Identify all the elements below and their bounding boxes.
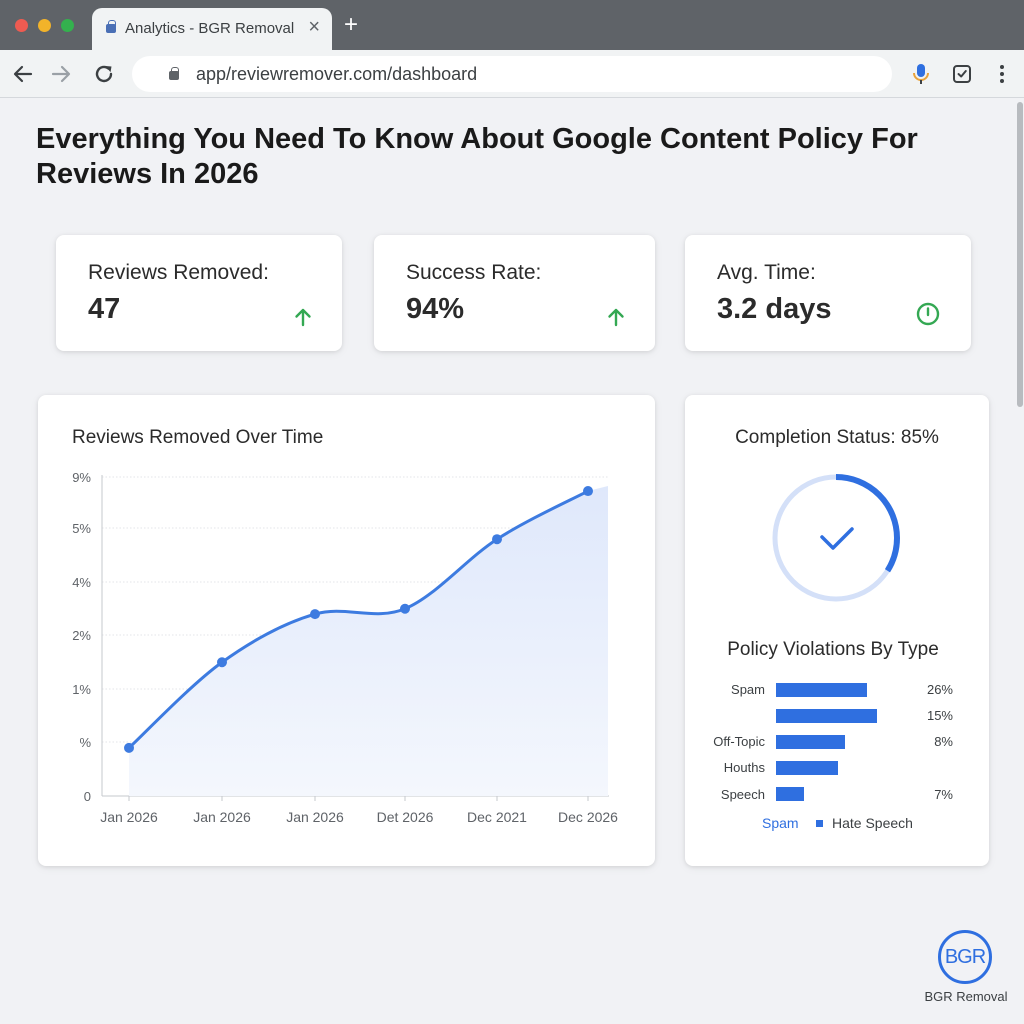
browser-toolbar: app/reviewremover.com/dashboard (0, 50, 1024, 98)
y-tick-label: 1% (72, 682, 91, 697)
window-close-button[interactable] (15, 19, 28, 32)
new-tab-button[interactable]: + (344, 13, 358, 37)
menu-dots-icon[interactable] (990, 62, 1014, 86)
violation-label: Speech (720, 787, 765, 802)
legend-swatch (816, 820, 823, 827)
data-point[interactable] (492, 534, 502, 545)
area-fill (129, 486, 608, 796)
data-point[interactable] (124, 742, 134, 753)
data-point[interactable] (217, 657, 227, 668)
legend-spam: Spam (762, 815, 799, 831)
x-tick-label: Dec 2026 (558, 809, 618, 825)
kpi-card-avg-time: Avg. Time: 3.2 days (685, 235, 971, 351)
scrollbar-thumb[interactable] (1017, 102, 1023, 407)
y-tick-label: 0 (84, 789, 91, 804)
violation-pct: 7% (934, 787, 953, 802)
address-bar[interactable]: app/reviewremover.com/dashboard (132, 56, 892, 92)
browser-tab-strip: Analytics - BGR Removal × + (0, 0, 1024, 50)
reload-icon[interactable] (92, 62, 116, 86)
x-tick-label: Jan 2026 (193, 809, 251, 825)
y-tick-label: 9% (72, 470, 91, 485)
arrow-up-icon (295, 308, 311, 327)
brand-name: BGR Removal (924, 989, 1008, 1004)
violation-label: Spam (731, 682, 765, 697)
violation-pct: 26% (926, 682, 953, 697)
page-scrollbar[interactable] (1016, 98, 1024, 1024)
violation-label: Houths (723, 760, 765, 775)
window-minimize-button[interactable] (38, 19, 51, 32)
arrow-up-icon (608, 308, 624, 327)
back-icon[interactable] (11, 62, 35, 86)
url-text: app/reviewremover.com/dashboard (196, 64, 478, 84)
violation-pct: 15% (926, 708, 953, 723)
completion-title: Completion Status: 85% (735, 427, 939, 448)
lock-icon (106, 20, 116, 33)
reviews-over-time-card: Reviews Removed Over Time 9% 5% 4% 2% 1%% 0 Ja… (38, 395, 655, 866)
kpi-value: 47 (88, 293, 121, 325)
brand-logo: BGR BGR Removal (922, 928, 1010, 1008)
data-point[interactable] (310, 609, 320, 620)
extension-icon[interactable] (950, 62, 974, 86)
legend-hate-speech: Hate Speech (832, 815, 913, 831)
x-tick-label: Jan 2026 (100, 809, 158, 825)
line-chart: 9% 5% 4% 2% 1%% 0 Jan 2026 Jan 2026 Jan 2026 Det … (72, 470, 618, 825)
x-tick-label: Det 2026 (377, 809, 434, 825)
violation-bar (776, 683, 867, 697)
violation-bar (776, 709, 877, 723)
data-point[interactable] (400, 603, 410, 614)
lock-icon (169, 67, 179, 80)
violation-bar (776, 761, 838, 775)
kpi-card-reviews-removed: Reviews Removed: 47 (56, 235, 342, 351)
forward-icon[interactable] (49, 62, 73, 86)
completion-violations-card: Completion Status: 85% Policy Violations… (685, 395, 989, 866)
violation-pct: 8% (934, 734, 953, 749)
y-tick-label: 5% (72, 521, 91, 536)
violation-bar (776, 787, 804, 801)
violation-bar (776, 735, 845, 749)
kpi-label: Reviews Removed: (88, 261, 269, 284)
x-tick-label: Jan 2026 (286, 809, 344, 825)
browser-tab[interactable]: Analytics - BGR Removal × (92, 8, 332, 50)
kpi-label: Avg. Time: (717, 261, 816, 284)
kpi-card-success-rate: Success Rate: 94% (374, 235, 655, 351)
y-tick-label: 4% (72, 575, 91, 590)
tab-close-icon[interactable]: × (308, 17, 320, 37)
check-icon (820, 527, 854, 550)
kpi-label: Success Rate: (406, 261, 542, 284)
microphone-icon[interactable] (909, 62, 933, 86)
completion-ring (772, 474, 900, 602)
violations-title: Policy Violations By Type (727, 639, 939, 660)
brand-mark: BGR (944, 946, 986, 968)
violation-label: Off-Topic (713, 734, 765, 749)
brand-circle: BGR (938, 930, 992, 984)
kpi-value: 94% (406, 293, 465, 325)
x-tick-label: Dec 2021 (467, 809, 527, 825)
clock-icon (916, 302, 940, 326)
page-title: Everything You Need To Know About Google… (36, 123, 918, 190)
y-tick-label: % (79, 735, 91, 750)
tab-title: Analytics - BGR Removal (125, 20, 295, 37)
data-point[interactable] (583, 486, 593, 497)
y-tick-label: 2% (72, 628, 91, 643)
kpi-value: 3.2 days (717, 293, 832, 325)
window-maximize-button[interactable] (61, 19, 74, 32)
